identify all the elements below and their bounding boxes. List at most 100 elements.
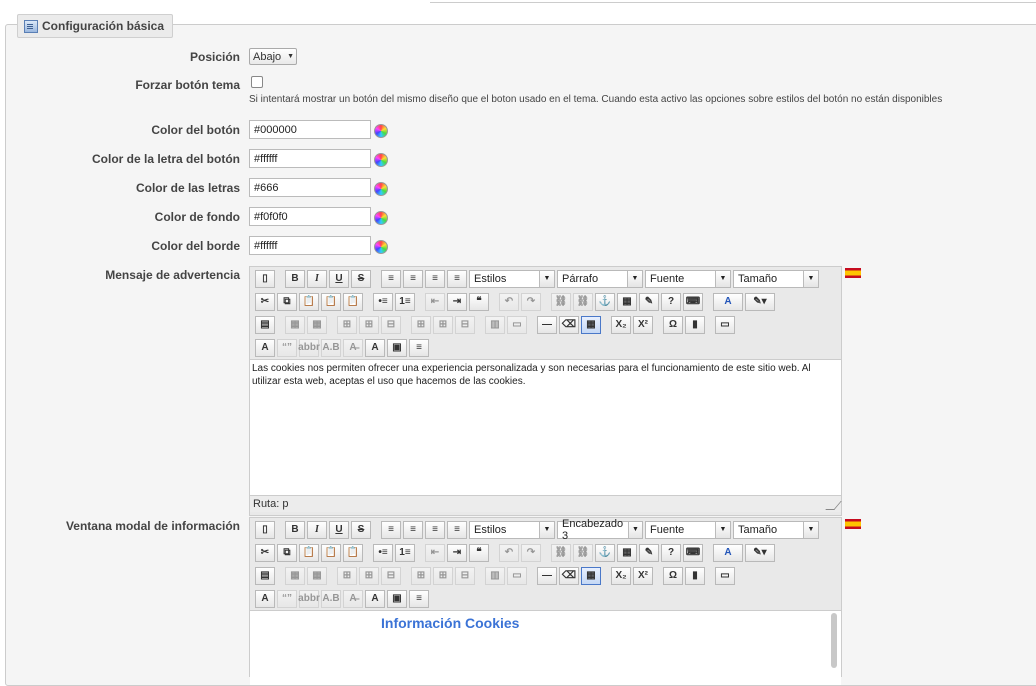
content-scrollbar[interactable] <box>831 613 837 668</box>
size-dropdown[interactable]: Tamaño ▼ <box>733 520 819 539</box>
italic-button[interactable]: I <box>307 269 327 288</box>
align-justify-icon[interactable]: ≡ <box>447 269 467 288</box>
outdent-icon[interactable]: ⇤ <box>425 543 445 562</box>
table-cell-props-icon[interactable]: ▦ <box>307 315 327 334</box>
highlight-color-icon[interactable]: ✎▾ <box>745 292 775 311</box>
indent-icon[interactable]: ⇥ <box>447 292 467 311</box>
strikethrough-button[interactable]: S <box>351 520 371 539</box>
paste-word-icon[interactable]: 📋 <box>343 292 363 311</box>
italic-button[interactable]: I <box>307 520 327 539</box>
underline-button[interactable]: U <box>329 520 349 539</box>
align-right-icon[interactable]: ≡ <box>425 269 445 288</box>
anchor-icon[interactable]: ⚓ <box>595 292 615 311</box>
bold-button[interactable]: B <box>285 269 305 288</box>
delete-row-icon[interactable]: ⊟ <box>381 315 401 334</box>
strikethrough-button[interactable]: S <box>351 269 371 288</box>
acronym-icon[interactable]: A.B <box>321 589 341 608</box>
color-borde-input[interactable] <box>249 236 371 255</box>
horizontal-rule-icon[interactable]: — <box>537 315 557 334</box>
cut-icon[interactable]: ✂ <box>255 292 275 311</box>
styles-dropdown[interactable]: Estilos ▼ <box>469 269 555 288</box>
numbered-list-icon[interactable]: 1≡ <box>395 543 415 562</box>
styleprops-icon[interactable]: A <box>255 589 275 608</box>
insert-col-before-icon[interactable]: ⊞ <box>411 315 431 334</box>
special-char-button[interactable]: Ω <box>663 566 683 585</box>
color-boton-input[interactable] <box>249 120 371 139</box>
html-source-icon[interactable]: ⌨ <box>683 543 703 562</box>
media-icon[interactable]: ▮ <box>685 315 705 334</box>
special-char-button[interactable]: Ω <box>663 315 683 334</box>
align-left-icon[interactable]: ≡ <box>381 269 401 288</box>
del-icon[interactable]: A̶ <box>343 589 363 608</box>
align-right-icon[interactable]: ≡ <box>425 520 445 539</box>
image-icon[interactable]: ▦ <box>617 543 637 562</box>
color-letras-input[interactable] <box>249 178 371 197</box>
font-dropdown[interactable]: Fuente ▼ <box>645 269 731 288</box>
blockquote-icon[interactable]: ❝ <box>469 292 489 311</box>
cite-icon[interactable]: “” <box>277 589 297 608</box>
media-icon[interactable]: ▮ <box>685 566 705 585</box>
delete-col-icon[interactable]: ⊟ <box>455 566 475 585</box>
bold-button[interactable]: B <box>285 520 305 539</box>
superscript-button[interactable]: X² <box>633 566 653 585</box>
text-color-icon[interactable]: A <box>713 292 743 311</box>
abbr-icon[interactable]: abbr <box>298 338 320 357</box>
visual-aid-icon[interactable]: ▦ <box>581 566 601 585</box>
format-dropdown[interactable]: Párrafo ▼ <box>557 269 643 288</box>
align-justify-icon[interactable]: ≡ <box>447 520 467 539</box>
cleanup-icon[interactable]: ✎ <box>639 292 659 311</box>
styles-dropdown[interactable]: Estilos ▼ <box>469 520 555 539</box>
attribs-icon[interactable]: ▣ <box>387 338 407 357</box>
align-center-icon[interactable]: ≡ <box>403 520 423 539</box>
paste-word-icon[interactable]: 📋 <box>343 543 363 562</box>
mensaje-content[interactable]: Las cookies nos permiten ofrecer una exp… <box>250 359 841 495</box>
posicion-select[interactable]: Abajo ▼ <box>249 48 297 65</box>
table-row-props-icon[interactable]: ▦ <box>285 566 305 585</box>
color-picker-icon[interactable] <box>374 211 388 225</box>
insert-date-icon[interactable]: ▤ <box>255 315 275 334</box>
underline-button[interactable]: U <box>329 269 349 288</box>
insert-row-after-icon[interactable]: ⊞ <box>359 566 379 585</box>
blockquote-icon[interactable]: ❝ <box>469 543 489 562</box>
copy-icon[interactable]: ⧉ <box>277 543 297 562</box>
unlink-icon[interactable]: ⛓ <box>573 292 593 311</box>
highlight-color-icon[interactable]: ✎▾ <box>745 543 775 562</box>
insert-col-after-icon[interactable]: ⊞ <box>433 566 453 585</box>
acronym-icon[interactable]: A.B <box>321 338 341 357</box>
bullet-list-icon[interactable]: •≡ <box>373 292 393 311</box>
remove-format-icon[interactable]: ⌫ <box>559 315 579 334</box>
spanish-flag-icon[interactable] <box>845 268 861 278</box>
paste-text-icon[interactable]: 📋 <box>321 292 341 311</box>
insert-col-after-icon[interactable]: ⊞ <box>433 315 453 334</box>
cut-icon[interactable]: ✂ <box>255 543 275 562</box>
indent-icon[interactable]: ⇥ <box>447 543 467 562</box>
del-icon[interactable]: A̶ <box>343 338 363 357</box>
outdent-icon[interactable]: ⇤ <box>425 292 445 311</box>
visual-aid-icon[interactable]: ▦ <box>581 315 601 334</box>
table-row-props-icon[interactable]: ▦ <box>285 315 305 334</box>
template-icon[interactable]: ▭ <box>715 315 735 334</box>
new-document-icon[interactable]: ▯ <box>255 269 275 288</box>
ins-icon[interactable]: A <box>365 589 385 608</box>
anchor-icon[interactable]: ⚓ <box>595 543 615 562</box>
undo-icon[interactable]: ↶ <box>499 543 519 562</box>
link-icon[interactable]: ⛓ <box>551 292 571 311</box>
size-dropdown[interactable]: Tamaño ▼ <box>733 269 819 288</box>
superscript-button[interactable]: X² <box>633 315 653 334</box>
bullet-list-icon[interactable]: •≡ <box>373 543 393 562</box>
image-icon[interactable]: ▦ <box>617 292 637 311</box>
color-picker-icon[interactable] <box>374 153 388 167</box>
insert-row-after-icon[interactable]: ⊞ <box>359 315 379 334</box>
format-dropdown[interactable]: Encabezado 3 ▼ <box>557 518 643 542</box>
paste-icon[interactable]: 📋 <box>299 292 319 311</box>
subscript-button[interactable]: X₂ <box>611 315 631 334</box>
color-picker-icon[interactable] <box>374 182 388 196</box>
split-cells-icon[interactable]: ▥ <box>485 315 505 334</box>
cleanup-icon[interactable]: ✎ <box>639 543 659 562</box>
text-color-icon[interactable]: A <box>713 543 743 562</box>
help-icon[interactable]: ? <box>661 543 681 562</box>
abbr-icon[interactable]: abbr <box>298 589 320 608</box>
delete-row-icon[interactable]: ⊟ <box>381 566 401 585</box>
merge-cells-icon[interactable]: ▭ <box>507 315 527 334</box>
spanish-flag-icon[interactable] <box>845 519 861 529</box>
